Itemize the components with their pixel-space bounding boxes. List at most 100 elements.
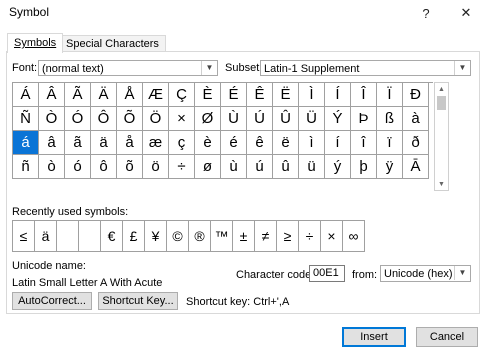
- recent-symbol-cell[interactable]: ®: [189, 221, 211, 252]
- symbol-cell[interactable]: ×: [169, 107, 195, 131]
- symbol-cell[interactable]: Õ: [117, 107, 143, 131]
- symbol-cell[interactable]: ì: [299, 131, 325, 155]
- symbol-cell[interactable]: Þ: [351, 107, 377, 131]
- symbol-cell[interactable]: æ: [143, 131, 169, 155]
- symbol-cell[interactable]: Â: [39, 83, 65, 107]
- symbol-cell[interactable]: Ð: [403, 83, 429, 107]
- symbol-cell[interactable]: Ú: [247, 107, 273, 131]
- recent-symbol-cell[interactable]: ∞: [343, 221, 365, 252]
- recent-symbol-cell[interactable]: ×: [321, 221, 343, 252]
- scroll-up-icon[interactable]: ▲: [435, 83, 448, 95]
- symbol-cell[interactable]: Ç: [169, 83, 195, 107]
- subset-select[interactable]: Latin-1 Supplement ▼: [260, 60, 471, 76]
- symbol-cell[interactable]: ã: [65, 131, 91, 155]
- symbol-cell[interactable]: Ô: [91, 107, 117, 131]
- symbol-cell[interactable]: Á: [13, 83, 39, 107]
- recent-symbol-cell[interactable]: ä: [35, 221, 57, 252]
- symbol-cell[interactable]: Ü: [299, 107, 325, 131]
- insert-button[interactable]: Insert: [342, 327, 406, 347]
- symbol-cell[interactable]: Ä: [91, 83, 117, 107]
- symbol-cell[interactable]: ë: [273, 131, 299, 155]
- symbol-cell[interactable]: Ø: [195, 107, 221, 131]
- symbol-cell[interactable]: é: [221, 131, 247, 155]
- unicode-name-label: Unicode name:: [12, 260, 86, 272]
- symbol-cell[interactable]: â: [39, 131, 65, 155]
- symbol-cell[interactable]: ö: [143, 155, 169, 179]
- symbol-cell[interactable]: ä: [91, 131, 117, 155]
- symbol-cell[interactable]: ñ: [13, 155, 39, 179]
- close-button[interactable]: ✕: [452, 0, 480, 26]
- symbol-cell[interactable]: ê: [247, 131, 273, 155]
- symbol-cell[interactable]: Ö: [143, 107, 169, 131]
- recent-symbol-cell[interactable]: ≤: [13, 221, 35, 252]
- recent-symbol-cell[interactable]: ©: [167, 221, 189, 252]
- symbol-cell[interactable]: à: [403, 107, 429, 131]
- recent-symbol-cell[interactable]: £: [123, 221, 145, 252]
- symbol-cell[interactable]: ç: [169, 131, 195, 155]
- symbol-cell[interactable]: ô: [91, 155, 117, 179]
- symbol-cell[interactable]: Å: [117, 83, 143, 107]
- symbol-cell[interactable]: í: [325, 131, 351, 155]
- symbol-cell[interactable]: Ò: [39, 107, 65, 131]
- symbol-cell[interactable]: å: [117, 131, 143, 155]
- symbol-cell[interactable]: Ã: [65, 83, 91, 107]
- symbol-cell[interactable]: þ: [351, 155, 377, 179]
- symbol-cell[interactable]: ü: [299, 155, 325, 179]
- symbol-cell[interactable]: û: [273, 155, 299, 179]
- chevron-down-icon: ▼: [454, 61, 470, 75]
- recent-symbol-cell[interactable]: ¥: [145, 221, 167, 252]
- symbol-cell[interactable]: õ: [117, 155, 143, 179]
- symbol-cell[interactable]: ù: [221, 155, 247, 179]
- help-button[interactable]: ?: [412, 0, 440, 26]
- autocorrect-button[interactable]: AutoCorrect...: [12, 292, 92, 310]
- symbol-cell[interactable]: Î: [351, 83, 377, 107]
- symbol-cell[interactable]: ú: [247, 155, 273, 179]
- symbol-cell[interactable]: Ï: [377, 83, 403, 107]
- recent-symbol-cell[interactable]: €: [101, 221, 123, 252]
- font-select-value: (normal text): [42, 63, 104, 75]
- symbol-cell[interactable]: Æ: [143, 83, 169, 107]
- tab-symbols[interactable]: Symbols: [7, 33, 64, 53]
- from-select[interactable]: Unicode (hex) ▼: [380, 265, 471, 282]
- recent-symbol-cell[interactable]: ≠: [255, 221, 277, 252]
- symbol-cell[interactable]: Ù: [221, 107, 247, 131]
- scroll-down-icon[interactable]: ▼: [435, 178, 448, 190]
- cancel-button[interactable]: Cancel: [416, 327, 478, 347]
- symbol-cell[interactable]: Í: [325, 83, 351, 107]
- recent-symbol-cell[interactable]: ±: [233, 221, 255, 252]
- symbol-cell[interactable]: Ý: [325, 107, 351, 131]
- symbol-cell[interactable]: î: [351, 131, 377, 155]
- symbol-cell[interactable]: È: [195, 83, 221, 107]
- symbol-cell[interactable]: è: [195, 131, 221, 155]
- symbol-cell[interactable]: Ì: [299, 83, 325, 107]
- font-select[interactable]: (normal text) ▼: [38, 60, 218, 76]
- scroll-thumb[interactable]: [437, 96, 446, 110]
- symbol-cell[interactable]: ò: [39, 155, 65, 179]
- character-code-input[interactable]: 00E1: [309, 265, 345, 282]
- recent-symbol-cell[interactable]: [57, 221, 79, 252]
- recent-symbol-cell[interactable]: ÷: [299, 221, 321, 252]
- symbol-cell[interactable]: Ê: [247, 83, 273, 107]
- tab-special-characters[interactable]: Special Characters: [59, 35, 166, 52]
- symbol-cell[interactable]: É: [221, 83, 247, 107]
- symbol-cell[interactable]: ß: [377, 107, 403, 131]
- symbol-cell[interactable]: Ó: [65, 107, 91, 131]
- recent-symbol-cell[interactable]: [79, 221, 101, 252]
- symbol-cell[interactable]: Û: [273, 107, 299, 131]
- recent-symbol-cell[interactable]: ≥: [277, 221, 299, 252]
- symbol-cell[interactable]: ÿ: [377, 155, 403, 179]
- symbol-cell[interactable]: ï: [377, 131, 403, 155]
- symbol-cell[interactable]: ÷: [169, 155, 195, 179]
- symbol-cell[interactable]: ó: [65, 155, 91, 179]
- grid-scrollbar[interactable]: ▲ ▼: [434, 82, 449, 191]
- font-label: Font:: [12, 62, 38, 74]
- symbol-cell[interactable]: Ë: [273, 83, 299, 107]
- symbol-cell[interactable]: á: [13, 131, 39, 155]
- recent-symbol-cell[interactable]: ™: [211, 221, 233, 252]
- symbol-cell[interactable]: ð: [403, 131, 429, 155]
- shortcut-key-button[interactable]: Shortcut Key...: [98, 292, 178, 310]
- symbol-cell[interactable]: ø: [195, 155, 221, 179]
- symbol-cell[interactable]: Ñ: [13, 107, 39, 131]
- symbol-cell[interactable]: Ā: [403, 155, 429, 179]
- symbol-cell[interactable]: ý: [325, 155, 351, 179]
